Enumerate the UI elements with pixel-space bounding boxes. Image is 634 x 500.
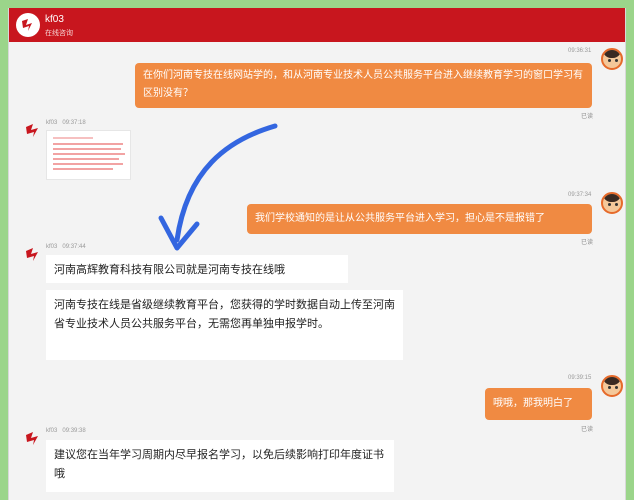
user-avatar-icon xyxy=(601,375,623,397)
logo-icon xyxy=(16,13,40,37)
kf-name: kf03 09:37:44 xyxy=(46,244,86,250)
timestamp: 09:36:31 xyxy=(568,48,592,54)
kf-name: kf03 09:37:18 xyxy=(46,120,86,126)
curved-arrow-icon xyxy=(158,123,278,251)
kf-avatar-icon xyxy=(23,120,43,140)
user-message-bubble: 在你们河南专技在线网站学的，和从河南专业技术人员公共服务平台进入继续教育学习的窗… xyxy=(135,63,592,108)
contact-status: 在线咨询 xyxy=(45,30,73,37)
contact-name: kf03 xyxy=(45,14,64,25)
user-message-bubble: 哦哦，那我明白了 xyxy=(485,388,592,420)
kf-avatar-icon xyxy=(23,428,43,448)
read-status: 已读 xyxy=(581,427,594,433)
user-avatar-icon xyxy=(601,48,623,70)
kf-message-bubble: 建议您在当年学习周期内尽早报名学习，以免后续影响打印年度证书哦 xyxy=(46,440,394,492)
timestamp: 09:37:34 xyxy=(568,192,592,198)
timestamp: 09:39:15 xyxy=(568,375,592,381)
kf-name: kf03 09:39:38 xyxy=(46,428,86,434)
user-avatar-icon xyxy=(601,192,623,214)
kf-message-bubble: 河南专技在线是省级继续教育平台，您获得的学时数据自动上传至河南省专业技术人员公共… xyxy=(46,290,403,360)
image-attachment[interactable] xyxy=(46,130,131,180)
read-status: 已读 xyxy=(581,114,594,120)
read-status: 已读 xyxy=(581,240,594,246)
user-message-bubble: 我们学校通知的是让从公共服务平台进入学习，担心是不是报错了 xyxy=(247,204,592,234)
chat-window: kf03 在线咨询 09:36:31 在你们河南专技在线网站学的，和从河南专业技… xyxy=(8,8,626,500)
kf-avatar-icon xyxy=(23,244,43,264)
chat-header: kf03 在线咨询 xyxy=(9,8,625,42)
kf-message-bubble: 河南高辉教育科技有限公司就是河南专技在线哦 xyxy=(46,255,348,283)
